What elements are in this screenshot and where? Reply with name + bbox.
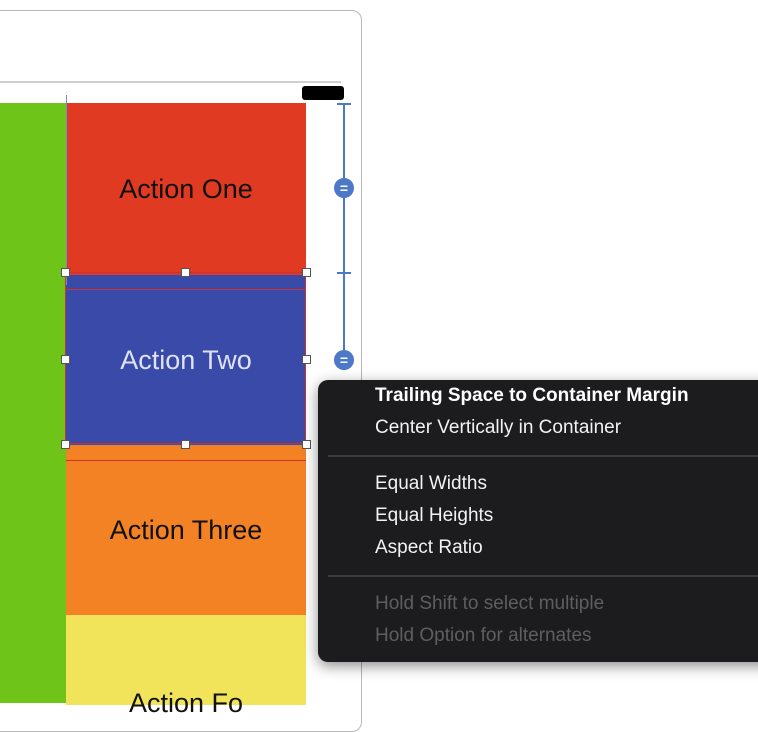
menu-item-aspect-ratio[interactable]: Aspect Ratio <box>375 537 483 559</box>
constraint-cap-middle <box>337 272 351 274</box>
menu-item-equal-heights[interactable]: Equal Heights <box>375 505 493 527</box>
selection-outline <box>65 272 306 444</box>
menu-item-trailing-space[interactable]: Trailing Space to Container Margin <box>375 385 689 407</box>
equal-constraint-icon: = <box>334 350 354 370</box>
action-one-label: Action One <box>119 173 253 204</box>
menu-item-equal-widths[interactable]: Equal Widths <box>375 473 487 495</box>
selection-guide-bottom <box>66 460 306 461</box>
action-three-view[interactable]: Action Three <box>66 445 306 615</box>
selection-guide-top <box>66 289 306 290</box>
resize-handle-top[interactable] <box>181 268 190 277</box>
drag-source-indicator <box>302 86 344 100</box>
resize-handle-bottom-left[interactable] <box>61 440 70 449</box>
resize-handle-right[interactable] <box>302 355 311 364</box>
menu-separator <box>328 575 758 577</box>
green-view[interactable] <box>0 103 66 703</box>
constraint-line <box>343 103 345 361</box>
action-four-view[interactable]: Action Fo <box>66 615 306 718</box>
menu-hint-shift: Hold Shift to select multiple <box>375 593 605 614</box>
alignment-guide <box>66 95 67 285</box>
menu-item-center-vertically[interactable]: Center Vertically in Container <box>375 417 621 439</box>
resize-handle-bottom[interactable] <box>181 440 190 449</box>
action-one-view[interactable]: Action One <box>66 103 306 275</box>
equal-constraint-icon: = <box>334 178 354 198</box>
action-three-label: Action Three <box>109 514 263 545</box>
constraint-context-menu: Trailing Space to Container Margin Cente… <box>318 380 758 662</box>
resize-handle-top-left[interactable] <box>61 268 70 277</box>
navigation-bar-separator <box>0 81 341 83</box>
menu-hint-option: Hold Option for alternates <box>375 625 592 646</box>
resize-handle-left[interactable] <box>61 355 70 364</box>
constraint-cap-top <box>337 103 351 105</box>
menu-separator <box>328 455 758 457</box>
resize-handle-top-right[interactable] <box>302 268 311 277</box>
resize-handle-bottom-right[interactable] <box>302 440 311 449</box>
